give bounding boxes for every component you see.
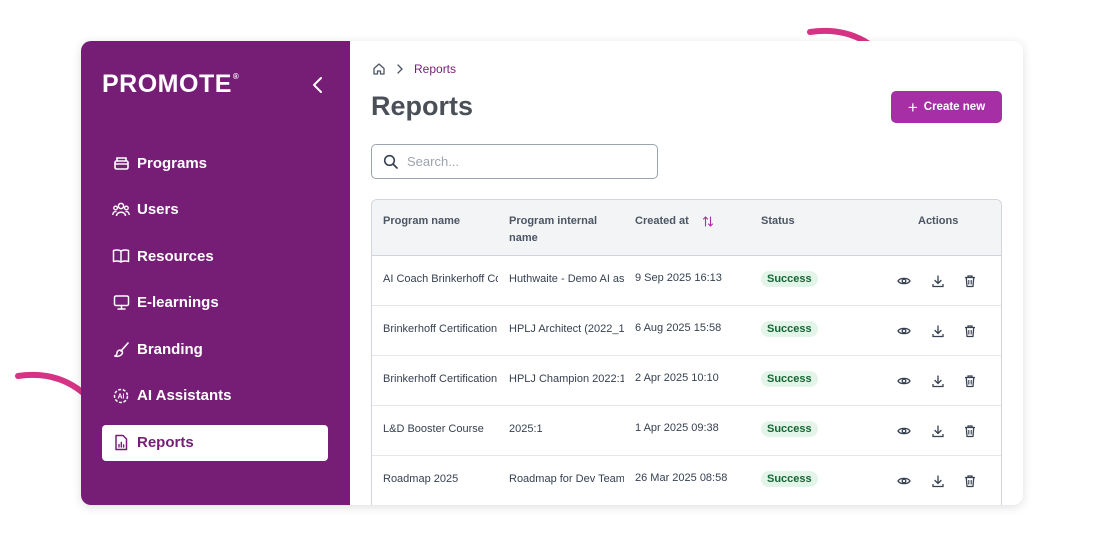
delete-trash-icon[interactable] [963,324,977,338]
cell-created-at: 1 Apr 2025 09:38 [635,422,719,434]
breadcrumb: Reports [372,62,456,76]
collapse-sidebar-button[interactable] [308,74,328,96]
cell-created-at: 6 Aug 2025 15:58 [635,322,722,334]
cell-program-internal-name: 2025:1 [509,423,543,435]
cell-program-internal-name: Huthwaite - Demo AI assi [509,273,624,285]
plus-icon: + [907,97,918,117]
table-row: Roadmap 2025 Roadmap for Dev Team 26 Mar… [372,456,1001,505]
search-icon [383,154,398,169]
cell-program-internal-name: HPLJ Architect (2022_1) [509,323,624,335]
breadcrumb-current: Reports [414,62,457,76]
table-row: Brinkerhoff Certification HPLJ Champion … [372,356,1001,406]
sidebar-item-users[interactable]: Users [102,192,328,228]
cell-created-at: 26 Mar 2025 08:58 [635,472,728,484]
cell-program-internal-name: Roadmap for Dev Team [509,473,624,485]
brush-icon [112,340,130,358]
cell-program-name: Roadmap 2025 [383,473,459,485]
view-eye-icon[interactable] [897,324,911,338]
sidebar-item-e-learnings[interactable]: E-learnings [102,285,328,321]
book-icon [112,247,130,265]
cell-program-internal-name: HPLJ Champion 2022:1 [509,373,624,385]
users-icon [112,201,130,219]
page-title: Reports [371,91,474,121]
download-icon[interactable] [931,474,945,488]
delete-trash-icon[interactable] [963,474,977,488]
monitor-icon [112,294,130,312]
cell-created-at: 9 Sep 2025 16:13 [635,272,722,284]
status-badge: Success [761,371,818,387]
view-eye-icon[interactable] [897,274,911,288]
create-new-button[interactable]: + Create new [891,91,1002,123]
download-icon[interactable] [931,374,945,388]
cell-created-at: 2 Apr 2025 10:10 [635,372,719,384]
download-icon[interactable] [931,274,945,288]
status-badge: Success [761,471,818,487]
sidebar-item-label: Reports [137,434,194,452]
sort-icon[interactable] [702,215,714,228]
home-icon [373,63,385,75]
header-created-at[interactable]: Created at [635,213,714,230]
breadcrumb-home-link[interactable] [372,62,386,76]
report-icon [112,434,130,452]
view-eye-icon[interactable] [897,474,911,488]
ai-icon: AI [112,387,130,405]
chevron-right-icon [397,64,403,74]
table-body: AI Coach Brinkerhoff Co Huthwaite - Demo… [372,256,1001,505]
sidebar-item-label: Branding [137,340,203,358]
main-content: Reports Reports + Create new Program nam… [350,41,1023,505]
sidebar-item-label: Resources [137,247,214,265]
cell-program-name: L&D Booster Course [383,423,484,435]
reports-table: Program name Program internal name Creat… [371,199,1002,505]
header-program-name: Program name [383,215,461,227]
sidebar-item-branding[interactable]: Branding [102,331,328,367]
status-badge: Success [761,271,818,287]
table-row: Brinkerhoff Certification HPLJ Architect… [372,306,1001,356]
create-new-label: Create new [923,101,986,113]
sidebar-nav: Programs Users Resources E-learnings Bra… [102,145,328,471]
cell-program-name: Brinkerhoff Certification [383,373,498,385]
header-actions: Actions [918,215,959,227]
sidebar: PROMOTE® Programs Users Resources E-lear… [81,41,350,505]
download-icon[interactable] [931,424,945,438]
sidebar-item-programs[interactable]: Programs [102,145,328,181]
app-window: PROMOTE® Programs Users Resources E-lear… [81,41,1023,505]
box-icon [112,154,130,172]
sidebar-item-label: Programs [137,154,208,172]
header-program-internal-name: Program internal name [509,213,597,247]
sidebar-item-resources[interactable]: Resources [102,238,328,274]
table-row: AI Coach Brinkerhoff Co Huthwaite - Demo… [372,256,1001,306]
delete-trash-icon[interactable] [963,274,977,288]
table-header: Program name Program internal name Creat… [372,200,1001,256]
sidebar-item-label: E-learnings [137,294,219,312]
logo-trademark: ® [232,72,240,81]
chevron-left-icon [313,77,322,93]
header-internal-line1: Program internal [509,215,598,227]
status-badge: Success [761,321,818,337]
svg-text:AI: AI [118,394,125,401]
header-status: Status [761,215,795,227]
delete-trash-icon[interactable] [963,424,977,438]
sidebar-item-reports[interactable]: Reports [102,424,328,461]
cell-program-name: Brinkerhoff Certification [383,323,498,335]
sidebar-item-label: AI Assistants [137,387,232,405]
sidebar-item-ai-assistants[interactable]: AI AI Assistants [102,378,328,414]
status-badge: Success [761,421,818,437]
search-box [371,144,658,179]
header-internal-line2: name [509,232,538,244]
view-eye-icon[interactable] [897,374,911,388]
promote-logo: PROMOTE® [102,70,239,99]
table-row: L&D Booster Course 2025:1 1 Apr 2025 09:… [372,406,1001,456]
cell-program-name: AI Coach Brinkerhoff Co [383,273,498,285]
delete-trash-icon[interactable] [963,374,977,388]
sidebar-item-label: Users [137,201,179,219]
search-input[interactable] [405,153,639,170]
logo-text: PROMOTE [102,70,232,98]
view-eye-icon[interactable] [897,424,911,438]
header-created-at-label: Created at [635,215,689,227]
download-icon[interactable] [931,324,945,338]
